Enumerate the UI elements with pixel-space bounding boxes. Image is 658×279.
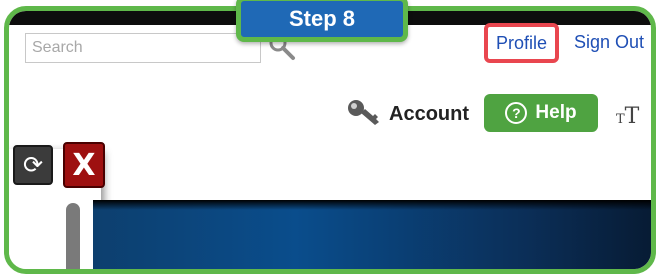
highlight-frame: Profile Sign Out Account ? Help TT ⟳ X (4, 6, 656, 274)
help-button[interactable]: ? Help (484, 94, 598, 132)
close-button[interactable]: X (63, 142, 105, 188)
page-banner (93, 200, 651, 269)
account-link[interactable]: Account (389, 103, 469, 126)
refresh-icon: ⟳ (22, 151, 44, 179)
scrollbar-thumb[interactable] (66, 203, 80, 269)
step-badge: Step 8 (236, 0, 408, 42)
key-icon (348, 100, 379, 125)
sign-out-link[interactable]: Sign Out (574, 32, 644, 53)
profile-link[interactable]: Profile (484, 23, 560, 63)
text-size-icon[interactable]: TT (616, 104, 639, 129)
help-button-label: Help (535, 102, 577, 123)
profile-link-label: Profile (496, 32, 548, 53)
close-icon: X (72, 147, 96, 183)
search-input[interactable] (25, 33, 261, 63)
refresh-button[interactable]: ⟳ (13, 145, 53, 185)
step-badge-label: Step 8 (288, 6, 356, 31)
help-icon: ? (505, 102, 528, 124)
